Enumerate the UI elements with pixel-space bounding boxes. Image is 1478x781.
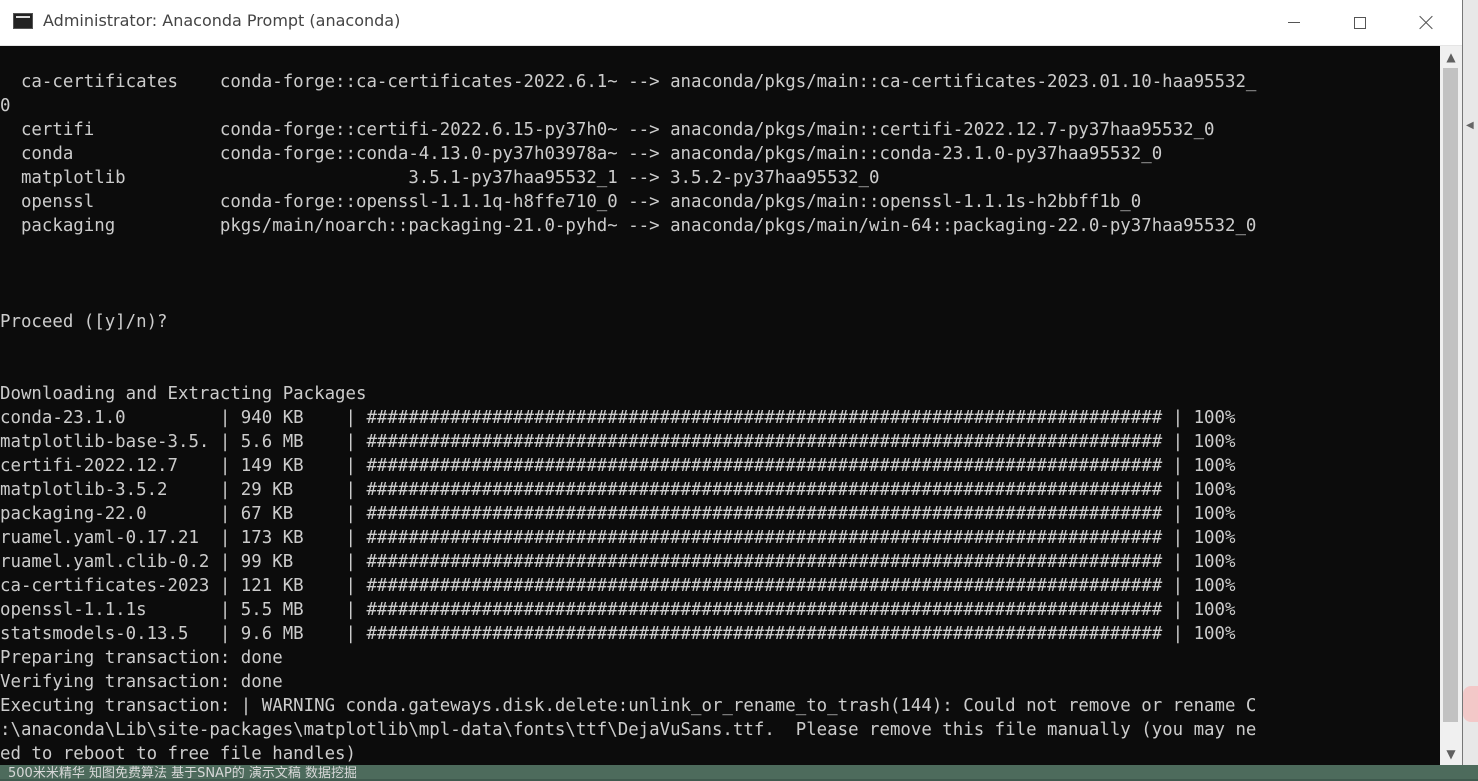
title-bar[interactable]: Administrator: Anaconda Prompt (anaconda… xyxy=(0,0,1462,46)
console-line: ca-certificates-2023 | 121 KB | ########… xyxy=(0,576,1236,596)
console-line: openssl-1.1.1s | 5.5 MB | ##############… xyxy=(0,600,1236,620)
console-line: matplotlib-3.5.2 | 29 KB | #############… xyxy=(0,480,1236,500)
console-line: packaging pkgs/main/noarch::packaging-21… xyxy=(0,216,1257,236)
close-button[interactable] xyxy=(1403,0,1449,45)
console-output[interactable]: ca-certificates conda-forge::ca-certific… xyxy=(0,46,1440,765)
terminal-window: Administrator: Anaconda Prompt (anaconda… xyxy=(0,0,1463,765)
scroll-up-arrow-icon[interactable]: ▲ xyxy=(1440,46,1462,68)
scroll-down-arrow-icon[interactable]: ▼ xyxy=(1440,743,1462,765)
collapse-arrow-icon: ◀ xyxy=(1466,120,1474,131)
console-line: :\anaconda\Lib\site-packages\matplotlib\… xyxy=(0,720,1257,740)
minimize-icon xyxy=(1288,22,1300,23)
console-line: certifi-2022.12.7 | 149 KB | ###########… xyxy=(0,456,1236,476)
console-line: Executing transaction: | WARNING conda.g… xyxy=(0,696,1257,716)
background-window-edge: ◀ xyxy=(1463,0,1478,765)
console-line: matplotlib 3.5.1-py37haa95532_1 --> 3.5.… xyxy=(0,168,880,188)
minimize-button[interactable] xyxy=(1271,0,1317,45)
console-line: matplotlib-base-3.5. | 5.6 MB | ########… xyxy=(0,432,1236,452)
maximize-button[interactable] xyxy=(1337,0,1383,45)
console-line: statsmodels-0.13.5 | 9.6 MB | ##########… xyxy=(0,624,1236,644)
console-line: ca-certificates conda-forge::ca-certific… xyxy=(0,72,1257,92)
console-line: packaging-22.0 | 67 KB | ###############… xyxy=(0,504,1236,524)
maximize-icon xyxy=(1354,16,1366,29)
console-line: Preparing transaction: done xyxy=(0,648,283,668)
floating-badge[interactable] xyxy=(1463,686,1478,722)
desktop-background: 500米米精华 知图免费算法 基于SNAP的 演示文稿 数据挖掘 xyxy=(0,765,1478,781)
close-icon xyxy=(1418,15,1434,31)
window-title: Administrator: Anaconda Prompt (anaconda… xyxy=(43,11,401,30)
desktop-icon-labels: 500米米精华 知图免费算法 基于SNAP的 演示文稿 数据挖掘 xyxy=(8,766,358,781)
console-line: Downloading and Extracting Packages xyxy=(0,384,367,404)
console-line: ruamel.yaml-0.17.21 | 173 KB | #########… xyxy=(0,528,1236,548)
console-line: Proceed ([y]/n)? xyxy=(0,312,168,332)
vertical-scrollbar[interactable]: ▲ ▼ xyxy=(1440,46,1462,765)
console-line: ruamel.yaml.clib-0.2 | 99 KB | #########… xyxy=(0,552,1236,572)
console-line: certifi conda-forge::certifi-2022.6.15-p… xyxy=(0,120,1215,140)
console-line: conda-23.1.0 | 940 KB | ################… xyxy=(0,408,1236,428)
console-line: Verifying transaction: done xyxy=(0,672,283,692)
console-line: 0 xyxy=(0,96,11,116)
terminal-app-icon xyxy=(13,13,33,29)
console-line: openssl conda-forge::openssl-1.1.1q-h8ff… xyxy=(0,192,1142,212)
console-line: conda conda-forge::conda-4.13.0-py37h039… xyxy=(0,144,1163,164)
scroll-thumb[interactable] xyxy=(1443,68,1458,722)
